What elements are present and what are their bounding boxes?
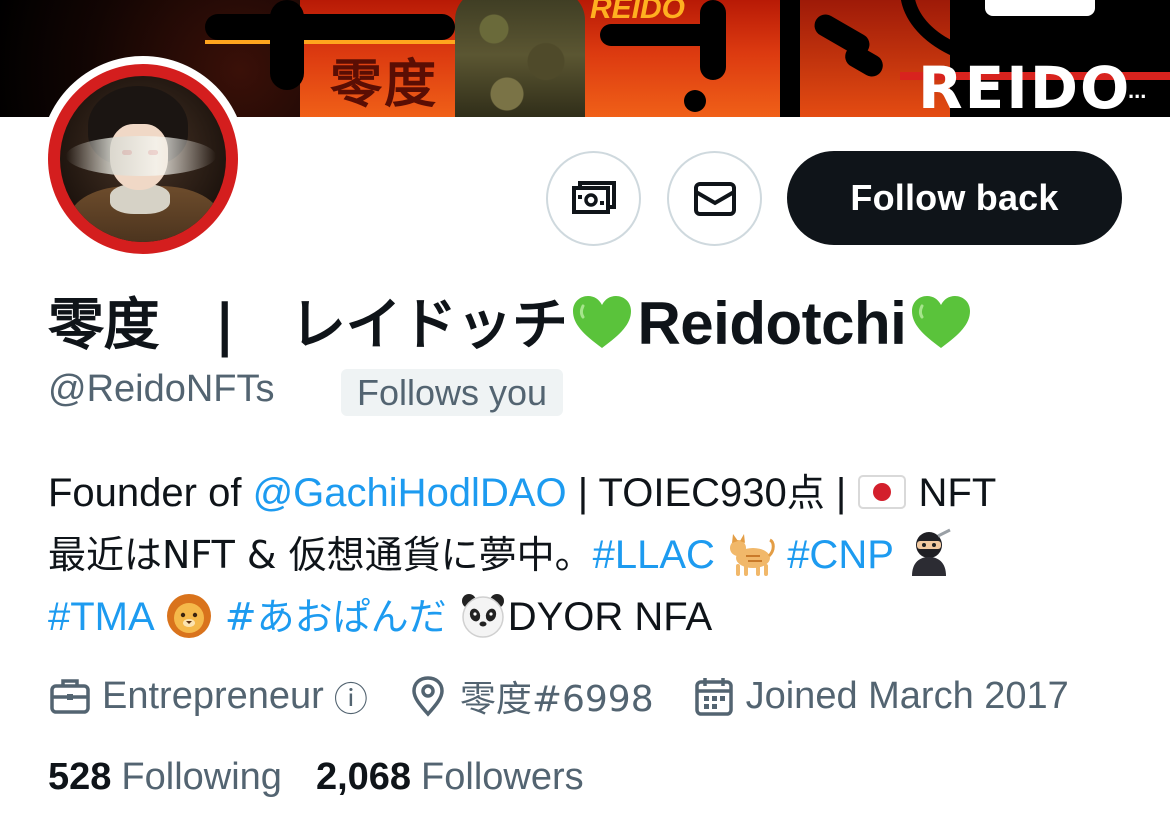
bio-text: 最近はNFT & 仮想通貨に夢中。	[48, 533, 593, 577]
bio-line: Founder of @GachiHodlDAO | TOIEC930点 | N…	[48, 462, 1148, 524]
bio-text: |	[824, 471, 858, 515]
hashtag-link[interactable]: #TMA	[48, 595, 152, 639]
bio-line: 最近はNFT & 仮想通貨に夢中。#LLAC #CNP	[48, 524, 1148, 586]
display-name: 零度 | レイドッチ Reidotchi	[48, 280, 976, 361]
bio-text: NFT	[907, 471, 997, 515]
joined-label: Joined March 2017	[745, 674, 1069, 717]
cat-icon	[730, 534, 775, 576]
followers-link[interactable]: 2,068 Followers	[316, 756, 584, 799]
profile-meta: Entrepreneur ⓘ 零度#6998 Joined March 2017	[48, 668, 1107, 724]
profile-bio: Founder of @GachiHodlDAO | TOIEC930点 | N…	[48, 462, 1148, 648]
bio-text: 点	[786, 471, 825, 515]
avatar-scarf	[66, 136, 216, 176]
mention-link[interactable]: @GachiHodlDAO	[253, 471, 567, 515]
bio-text: | TOIEC930	[566, 471, 787, 515]
location-pin-icon	[412, 676, 444, 717]
followers-label: Followers	[421, 756, 584, 798]
green-heart-icon	[912, 296, 971, 348]
envelope-icon	[693, 181, 736, 216]
banner-brush-stroke	[270, 0, 304, 90]
follows-you-badge: Follows you	[341, 369, 564, 416]
display-name-jp: 零度 | レイドッチ	[48, 293, 568, 358]
profile-avatar[interactable]	[40, 56, 246, 262]
profession-label: Entrepreneur	[102, 674, 324, 717]
following-count: 528	[48, 756, 112, 798]
followers-count: 2,068	[315, 756, 412, 798]
money-icon	[571, 180, 616, 214]
ninja-icon	[912, 528, 951, 576]
profile-handle: @ReidoNFTs	[48, 368, 275, 410]
avatar-ring	[48, 64, 238, 254]
bio-line: #TMA #あおぱんだ DYOR NFA	[48, 586, 1148, 648]
message-button[interactable]	[667, 151, 762, 246]
avatar-image	[60, 76, 226, 242]
briefcase-icon	[50, 679, 90, 714]
hashtag-link[interactable]: #あおぱんだ	[225, 595, 447, 639]
following-label: Following	[121, 756, 282, 798]
banner-dot	[684, 90, 706, 112]
profile-stats: 528 Following 2,068 Followers	[48, 756, 618, 799]
green-heart-icon	[573, 296, 632, 348]
profession-item[interactable]: Entrepreneur ⓘ	[48, 672, 368, 721]
banner-white-block	[985, 0, 1095, 16]
hashtag-link[interactable]: #CNP	[787, 533, 893, 577]
bio-text: DYOR NFA	[507, 595, 713, 639]
banner-logo: REIDO	[918, 54, 1132, 117]
info-icon[interactable]: ⓘ	[334, 672, 368, 721]
following-link[interactable]: 528 Following	[48, 756, 282, 799]
banner-logo-small: REIDO	[590, 0, 686, 25]
bio-text: Founder of	[48, 471, 253, 515]
follow-back-button[interactable]: Follow back	[787, 151, 1122, 245]
banner-character	[455, 0, 585, 117]
japan-flag-icon	[858, 475, 907, 509]
banner-kanji: 零度	[330, 54, 439, 115]
lion-icon	[166, 594, 211, 638]
hashtag-link[interactable]: #LLAC	[593, 533, 715, 577]
banner-logo-dots: ...	[1128, 78, 1147, 103]
panda-icon	[461, 594, 504, 638]
calendar-icon	[694, 678, 733, 716]
location-item: 零度#6998	[406, 670, 654, 722]
banner-brush-stroke	[205, 14, 455, 40]
location-label: 零度#6998	[459, 679, 654, 720]
display-name-latin: Reidotchi	[637, 290, 907, 357]
banner-brush-stroke	[700, 0, 726, 80]
joined-item: Joined March 2017	[692, 674, 1069, 718]
tip-button[interactable]	[546, 151, 641, 246]
